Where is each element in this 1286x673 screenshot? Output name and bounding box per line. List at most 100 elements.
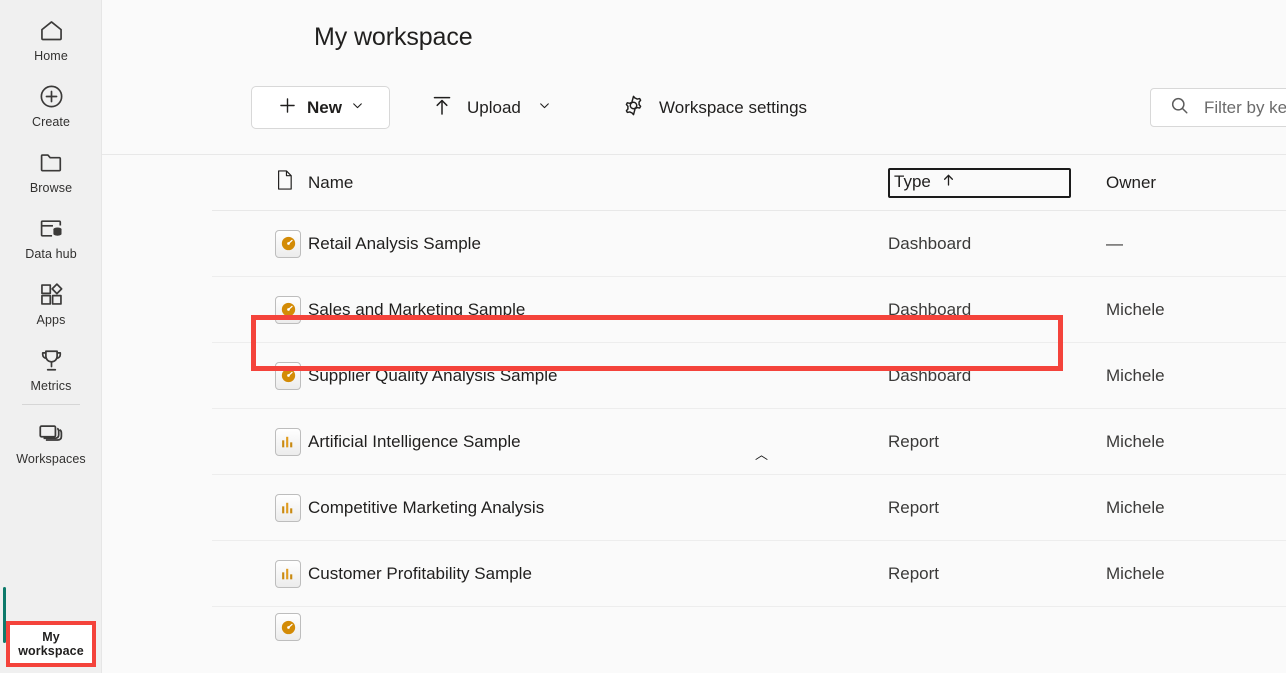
sidebar-item-data-hub[interactable]: Data hub — [0, 204, 102, 270]
row-item-type-icon-cell — [212, 493, 308, 522]
table-row-5[interactable]: Customer Profitability Sample Report Mic… — [212, 541, 1286, 607]
row-owner-label: Michele — [1106, 299, 1165, 319]
search-placeholder: Filter by keyword — [1204, 97, 1286, 117]
column-header-name[interactable]: Name — [308, 173, 888, 193]
workspaces-icon — [36, 419, 66, 449]
row-owner-label: Michele — [1106, 431, 1165, 451]
row-name-cell[interactable]: Customer Profitability Sample — [308, 564, 888, 584]
sidebar-item-label: Apps — [36, 312, 66, 327]
dashboard-icon — [275, 229, 301, 258]
upload-button[interactable]: Upload — [430, 88, 551, 128]
sidebar-item-workspaces[interactable]: Workspaces — [0, 409, 102, 475]
sidebar-item-browse[interactable]: Browse — [0, 138, 102, 204]
column-header-type-focus-box[interactable]: Type — [888, 167, 1071, 198]
row-name-cell[interactable]: Retail Analysis Sample — [308, 234, 888, 254]
row-name-cell[interactable]: Sales and Marketing Sample — [308, 300, 888, 320]
column-header-owner-label: Owner — [1106, 172, 1157, 192]
report-icon — [275, 559, 301, 588]
sidebar-item-label: Browse — [29, 180, 73, 195]
items-table: Name Type Owner Refr — [212, 155, 1286, 673]
row-name-cell[interactable]: Competitive Marketing Analysis — [308, 498, 888, 518]
row-owner-label: Michele — [1106, 563, 1165, 583]
cursor-caret-artifact: ︿ — [755, 447, 769, 462]
row-owner-cell: Michele — [1106, 498, 1286, 518]
report-icon — [275, 493, 301, 522]
sidebar-item-create[interactable]: Create — [0, 72, 102, 138]
column-header-name-label: Name — [308, 172, 354, 192]
chevron-down-icon — [351, 99, 364, 117]
home-icon — [36, 16, 66, 46]
table-row-1[interactable]: Sales and Marketing Sample Dashboard Mic… — [212, 277, 1286, 343]
new-button-label: New — [307, 97, 342, 117]
file-icon — [275, 169, 294, 196]
trophy-icon — [36, 346, 66, 376]
sidebar-item-label: Create — [31, 114, 71, 129]
column-header-type-label: Type — [894, 172, 931, 191]
sidebar-item-label: Data hub — [25, 246, 77, 261]
left-navigation: Home Create Browse Data hub Apps Metrics… — [0, 0, 102, 673]
report-icon — [275, 427, 301, 456]
sidebar-item-my-workspace[interactable]: My workspace — [6, 621, 96, 667]
sidebar-divider — [21, 404, 80, 405]
row-item-type-icon-cell — [212, 559, 308, 588]
page-title: My workspace — [314, 23, 473, 51]
sort-ascending-icon — [941, 172, 956, 193]
row-name-label: Supplier Quality Analysis Sample — [308, 365, 558, 385]
row-type-cell: Dashboard — [888, 234, 1106, 254]
row-type-label: Dashboard — [888, 299, 972, 319]
new-button[interactable]: New — [251, 86, 390, 129]
sidebar-item-metrics[interactable]: Metrics — [0, 336, 102, 402]
table-row-partial[interactable] — [212, 607, 1286, 647]
row-name-label: Retail Analysis Sample — [308, 233, 481, 253]
workspace-settings-button[interactable]: Workspace settings — [621, 88, 807, 128]
row-type-label: Dashboard — [888, 233, 972, 253]
column-header-type[interactable]: Type — [888, 167, 1106, 198]
row-type-label: Report — [888, 563, 940, 583]
row-type-cell: Dashboard — [888, 366, 1106, 386]
column-header-owner[interactable]: Owner — [1106, 173, 1286, 193]
row-owner-cell: Michele — [1106, 366, 1286, 386]
my-workspace-label-line2: workspace — [18, 644, 84, 658]
row-name-label: Competitive Marketing Analysis — [308, 497, 545, 517]
row-owner-label: Michele — [1106, 365, 1165, 385]
my-workspace-label-line1: My — [42, 630, 60, 644]
plus-circle-icon — [36, 82, 66, 112]
table-row-3[interactable]: Artificial Intelligence Sample Report Mi… — [212, 409, 1286, 475]
gear-icon — [621, 93, 646, 123]
row-owner-cell: Michele — [1106, 432, 1286, 452]
power-bi-workspace-page: Home Create Browse Data hub Apps Metrics… — [0, 0, 1286, 673]
row-name-cell[interactable]: Supplier Quality Analysis Sample — [308, 366, 888, 386]
row-item-type-icon-cell — [212, 295, 308, 324]
sidebar-item-label: Workspaces — [16, 451, 86, 466]
row-type-cell: Dashboard — [888, 300, 1106, 320]
table-body: Retail Analysis Sample Dashboard — — Sal… — [212, 211, 1286, 647]
chevron-down-icon — [538, 99, 551, 117]
upload-icon — [430, 94, 454, 123]
row-type-label: Dashboard — [888, 365, 972, 385]
table-row-0[interactable]: Retail Analysis Sample Dashboard — — — [212, 211, 1286, 277]
data-hub-icon — [36, 214, 66, 244]
sidebar-item-label: Metrics — [30, 378, 72, 393]
row-owner-cell: Michele — [1106, 300, 1286, 320]
row-type-label: Report — [888, 497, 940, 517]
upload-button-label: Upload — [467, 98, 521, 117]
row-owner-cell: — — [1106, 234, 1286, 254]
row-type-cell: Report — [888, 498, 1106, 518]
table-row-2[interactable]: Supplier Quality Analysis Sample Dashboa… — [212, 343, 1286, 409]
row-item-type-icon-cell — [212, 427, 308, 456]
apps-icon — [36, 280, 66, 310]
sidebar-item-apps[interactable]: Apps — [0, 270, 102, 336]
workspace-settings-label: Workspace settings — [659, 98, 808, 117]
main-content: My workspace New Upload Workspace settin… — [102, 0, 1286, 673]
row-type-label: Report — [888, 431, 940, 451]
search-input[interactable]: Filter by keyword — [1150, 88, 1286, 127]
row-name-cell[interactable]: Artificial Intelligence Sample — [308, 432, 888, 452]
table-row-4[interactable]: Competitive Marketing Analysis Report Mi… — [212, 475, 1286, 541]
sidebar-item-home[interactable]: Home — [0, 6, 102, 72]
row-owner-label: — — [1106, 233, 1123, 253]
search-icon — [1169, 95, 1190, 121]
row-owner-cell: Michele — [1106, 564, 1286, 584]
sidebar-item-label: Home — [34, 48, 68, 63]
row-owner-label: Michele — [1106, 497, 1165, 517]
dashboard-icon — [275, 361, 301, 390]
